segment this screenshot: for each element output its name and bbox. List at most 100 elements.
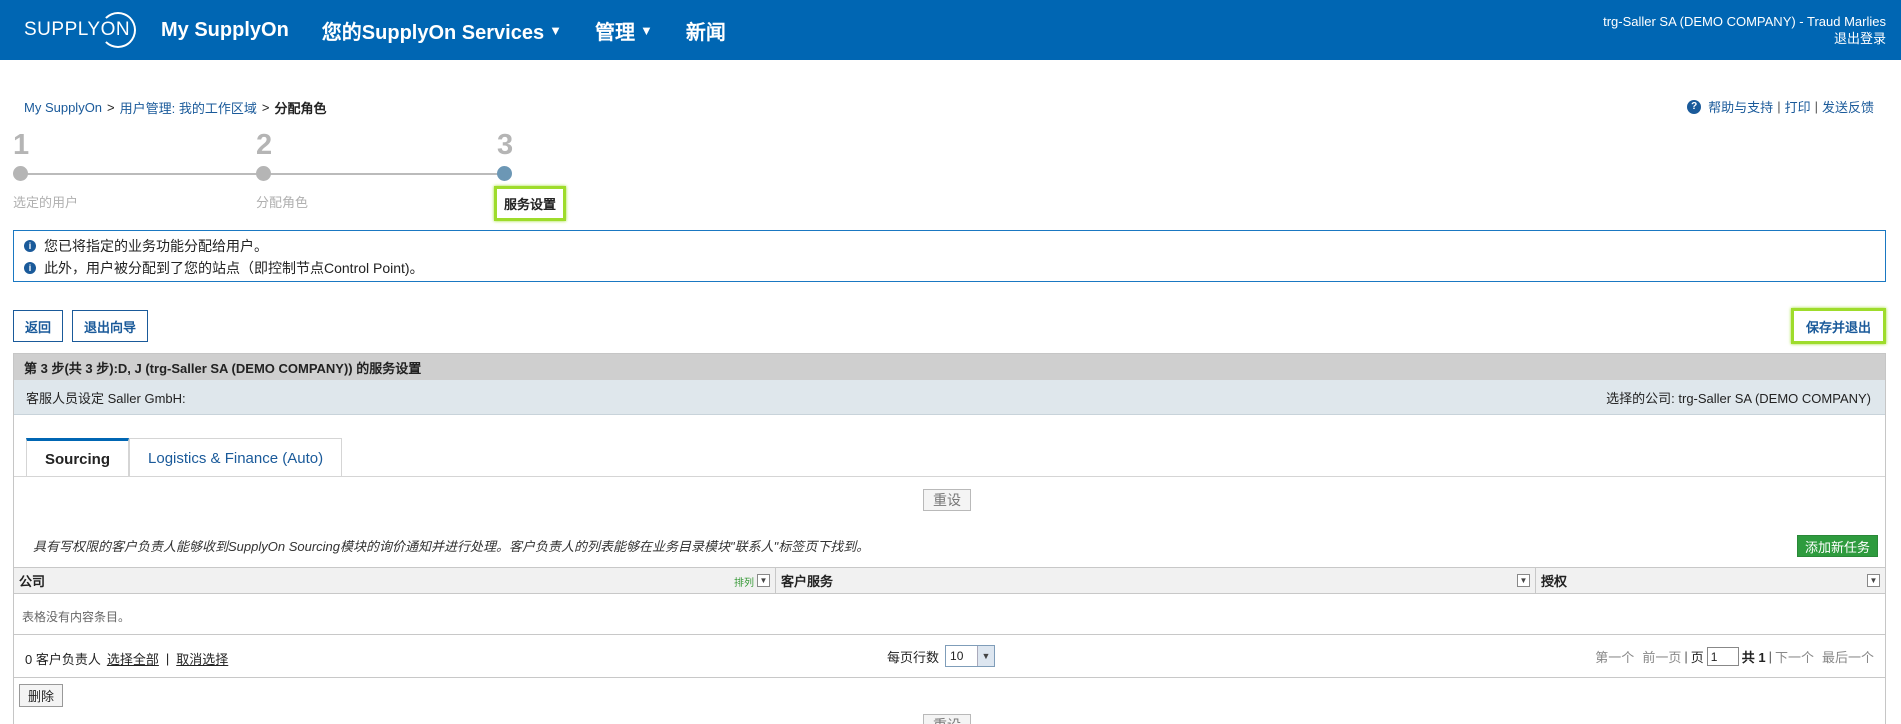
page-number-input[interactable]: 1: [1706, 647, 1739, 666]
nav-label: My SupplyOn: [161, 18, 289, 41]
tab-divider: [14, 476, 1885, 477]
selection-controls: 0 客户负责人 选择全部 | 取消选择: [25, 649, 228, 668]
table-header: 公司 排列 ▼ 客户服务 ▼ 授权 ▼: [14, 567, 1885, 594]
step-number: 3: [497, 129, 514, 161]
chevron-down-icon: ▼: [977, 646, 995, 666]
pagination: 第一个 前一页 | 页 1 共 1 | 下一个 最后一个: [1595, 647, 1874, 666]
nav-admin[interactable]: 管理 ▼: [595, 16, 653, 45]
exit-wizard-button[interactable]: 退出向导: [72, 310, 149, 342]
agent-setting-label: 客服人员设定 Saller GmbH:: [26, 390, 186, 406]
breadcrumb: My SupplyOn > 用户管理: 我的工作区域 > 分配角色: [24, 98, 326, 117]
nav-services[interactable]: 您的SupplyOn Services ▼: [322, 16, 562, 45]
help-links: ? 帮助与支持 | 打印 | 发送反馈: [1687, 97, 1874, 116]
rows-per-page-select[interactable]: 10 ▼: [945, 645, 996, 667]
step-dot: [13, 166, 28, 181]
breadcrumb-user-admin[interactable]: 用户管理: 我的工作区域: [120, 98, 257, 117]
column-label: 公司: [19, 574, 46, 589]
step-label-active: 服务设置: [494, 186, 567, 221]
info-icon: i: [24, 240, 36, 252]
empty-table-message: 表格没有内容条目。: [22, 610, 131, 624]
info-message-box: i 您已将指定的业务功能分配给用户。 i 此外，用户被分配到了您的站点（即控制节…: [13, 230, 1886, 282]
breadcrumb-current: 分配角色: [274, 101, 327, 116]
sourcing-description: 具有写权限的客户负责人能够收到SupplyOn Sourcing模块的询价通知并…: [33, 539, 870, 554]
step-dot: [497, 166, 512, 181]
info-text: 此外，用户被分配到了您的站点（即控制节点Control Point)。: [44, 260, 424, 276]
pager-divider: |: [1768, 649, 1772, 664]
page-total: 共 1: [1741, 650, 1766, 665]
rows-per-page-value: 10: [950, 649, 964, 663]
nav-my-supplyon[interactable]: My SupplyOn: [161, 19, 289, 42]
column-filter-icon[interactable]: ▼: [1517, 574, 1530, 587]
info-icon: i: [24, 262, 36, 274]
page-label: 页: [1690, 650, 1704, 665]
info-line: i 您已将指定的业务功能分配给用户。: [24, 235, 1875, 257]
add-new-task-button[interactable]: 添加新任务: [1796, 535, 1878, 557]
step-number: 1: [13, 129, 30, 161]
link-divider: |: [1814, 99, 1818, 114]
owner-count: 0 客户负责人: [25, 652, 101, 667]
selected-company-label: 选择的公司: trg-Saller SA (DEMO COMPANY): [1606, 390, 1871, 406]
caret-down-icon: ▼: [549, 22, 562, 38]
step-label: 选定的用户: [13, 195, 79, 210]
column-label: 授权: [1541, 574, 1568, 589]
reset-button-bottom[interactable]: 重设: [923, 714, 971, 724]
tab-sourcing[interactable]: Sourcing: [26, 438, 130, 477]
user-name: trg-Saller SA (DEMO COMPANY) - Traud Mar…: [1603, 14, 1886, 29]
column-filter-icon[interactable]: ▼: [757, 574, 770, 587]
service-tabs: Sourcing Logistics & Finance (Auto): [26, 438, 343, 477]
column-authorization[interactable]: 授权 ▼: [1536, 568, 1885, 593]
first-page-link[interactable]: 第一个: [1595, 647, 1634, 666]
logout-link[interactable]: 退出登录: [1834, 31, 1886, 46]
feedback-link[interactable]: 发送反馈: [1822, 97, 1874, 116]
panel-title: 第 3 步(共 3 步):D, J (trg-Saller SA (DEMO C…: [14, 354, 1885, 380]
step-1: 1 选定的用户: [13, 128, 78, 210]
next-page-link[interactable]: 下一个: [1775, 647, 1814, 666]
breadcrumb-separator: >: [261, 100, 270, 115]
delete-button[interactable]: 删除: [19, 684, 64, 707]
pager-divider: |: [1684, 649, 1688, 664]
nav-label: 新闻: [685, 21, 726, 44]
link-divider: |: [1777, 99, 1781, 114]
rows-per-page: 每页行数 10 ▼: [887, 645, 996, 667]
help-support-link[interactable]: 帮助与支持: [1708, 97, 1773, 116]
main-nav: My SupplyOn 您的SupplyOn Services ▼ 管理 ▼ 新闻: [161, 0, 759, 60]
breadcrumb-separator: >: [107, 100, 115, 115]
tab-logistics-finance[interactable]: Logistics & Finance (Auto): [129, 438, 343, 477]
step-3: 3 服务设置: [494, 128, 567, 221]
info-line: i 此外，用户被分配到了您的站点（即控制节点Control Point)。: [24, 257, 1875, 279]
select-all-link[interactable]: 选择全部: [107, 649, 159, 668]
nav-label: 管理: [594, 21, 635, 44]
column-customer-service[interactable]: 客户服务 ▼: [776, 568, 1536, 593]
supplyon-logo[interactable]: SUPPLYON: [24, 10, 136, 50]
print-link[interactable]: 打印: [1785, 97, 1811, 116]
info-text: 您已将指定的业务功能分配给用户。: [44, 238, 268, 254]
reset-button[interactable]: 重设: [923, 489, 971, 511]
sort-link[interactable]: 排列: [734, 574, 754, 589]
help-icon: ?: [1687, 99, 1702, 114]
nav-news[interactable]: 新闻: [686, 16, 726, 45]
step-number: 2: [256, 129, 273, 161]
breadcrumb-my-supplyon[interactable]: My SupplyOn: [24, 100, 102, 115]
column-company[interactable]: 公司 排列 ▼: [14, 568, 776, 593]
deselect-link[interactable]: 取消选择: [176, 649, 228, 668]
service-settings-panel: 第 3 步(共 3 步):D, J (trg-Saller SA (DEMO C…: [13, 353, 1886, 724]
column-filter-icon[interactable]: ▼: [1867, 574, 1880, 587]
caret-down-icon: ▼: [639, 22, 653, 38]
table-pager: 0 客户负责人 选择全部 | 取消选择 每页行数 10 ▼ 第一个 前一页 | …: [14, 634, 1885, 678]
step-2: 2 分配角色: [256, 128, 308, 210]
step-dot: [256, 166, 271, 181]
rows-per-page-label: 每页行数: [887, 649, 940, 665]
save-and-exit-button[interactable]: 保存并退出: [1790, 308, 1886, 344]
column-label: 客户服务: [781, 574, 834, 589]
back-button[interactable]: 返回: [13, 310, 64, 342]
prev-page-link[interactable]: 前一页: [1642, 647, 1681, 666]
nav-label: 您的SupplyOn Services: [321, 21, 545, 44]
top-navigation-bar: SUPPLYON My SupplyOn 您的SupplyOn Services…: [0, 0, 1901, 60]
link-divider: |: [165, 651, 170, 666]
logo-ring-icon: [100, 12, 136, 48]
step-label: 分配角色: [256, 195, 309, 210]
wizard-steps: 1 选定的用户 2 分配角色 3 服务设置: [13, 128, 567, 221]
user-info: trg-Saller SA (DEMO COMPANY) - Traud Mar…: [1603, 13, 1886, 47]
panel-subheader: 客服人员设定 Saller GmbH: 选择的公司: trg-Saller SA…: [14, 380, 1885, 415]
last-page-link[interactable]: 最后一个: [1822, 647, 1874, 666]
